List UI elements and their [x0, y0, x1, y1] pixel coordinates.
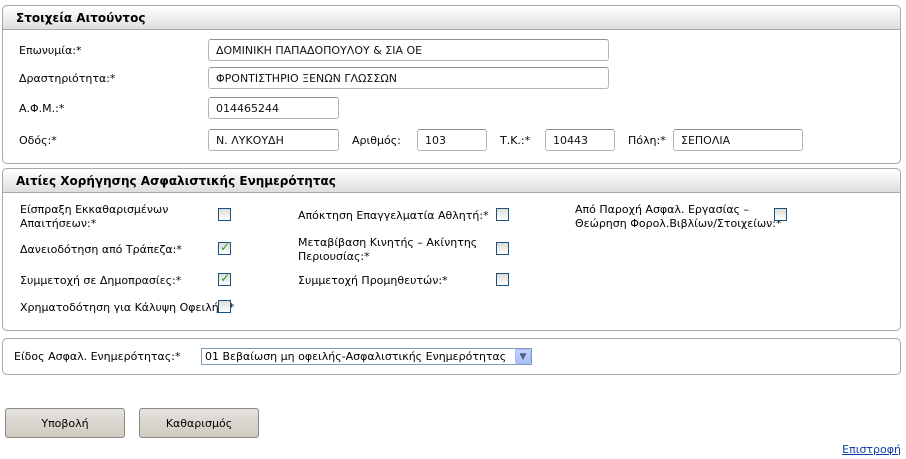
afm-field[interactable]: [208, 97, 339, 119]
activity-label: Δραστηριότητα:*: [19, 72, 116, 85]
reason-label-claims: Είσπραξη Εκκαθαρισμένων Απαιτήσεων:*: [20, 203, 168, 231]
reason-label-bank-loan: Δανειοδότηση από Τράπεζα:*: [20, 243, 182, 256]
name-field[interactable]: [208, 39, 609, 61]
reason-label-auctions: Συμμετοχή σε Δημοπρασίες:*: [20, 274, 182, 287]
applicant-panel-title: Στοιχεία Αιτούντος: [3, 6, 900, 30]
street-label: Οδός:*: [19, 134, 57, 147]
reason-label-athlete: Απόκτηση Επαγγελματία Αθλητή:*: [298, 209, 489, 222]
reason-label-suppliers: Συμμετοχή Προμηθευτών:*: [298, 274, 448, 287]
reason-label-property-transfer: Μεταβίβαση Κινητής – Ακίνητης Περιουσίας…: [298, 236, 477, 264]
reason-label-claims-line2: Απαιτήσεων:*: [20, 217, 97, 230]
checkmark-icon: ✓: [220, 271, 231, 285]
number-label: Αριθμός:: [352, 134, 401, 147]
reason-checkbox-suppliers[interactable]: [496, 273, 509, 286]
reason-checkbox-property-transfer[interactable]: [496, 242, 509, 255]
reason-label-debt-funding: Χρηματοδότηση για Κάλυψη Οφειλής:*: [20, 301, 235, 314]
back-link[interactable]: Επιστροφή: [842, 443, 901, 456]
reason-label-tax-books-line1: Από Παροχή Ασφαλ. Εργασίας –: [575, 203, 750, 216]
reason-label-tax-books: Από Παροχή Ασφαλ. Εργασίας – Θεώρηση Φορ…: [575, 203, 782, 231]
clear-button[interactable]: Καθαρισμός: [139, 408, 259, 438]
reason-label-property-transfer-line1: Μεταβίβαση Κινητής – Ακίνητης: [298, 236, 478, 249]
city-label: Πόλη:*: [628, 134, 666, 147]
city-field[interactable]: [673, 129, 803, 151]
number-field[interactable]: [417, 129, 487, 151]
reason-checkbox-athlete[interactable]: [496, 208, 509, 221]
reason-checkbox-tax-books[interactable]: [774, 208, 787, 221]
reason-label-property-transfer-line2: Περιουσίας:*: [298, 250, 370, 263]
reason-checkbox-bank-loan[interactable]: ✓: [218, 240, 231, 255]
certificate-type-select[interactable]: 01 Βεβαίωση μη οφειλής-Ασφαλιστικής Ενημ…: [201, 348, 532, 365]
checkmark-icon: ✓: [220, 240, 231, 254]
reason-label-claims-line1: Είσπραξη Εκκαθαρισμένων: [20, 203, 169, 216]
reason-checkbox-debt-funding[interactable]: [218, 300, 231, 313]
name-label: Επωνυμία:*: [19, 44, 82, 57]
street-field[interactable]: [208, 129, 339, 151]
zip-field[interactable]: [545, 129, 615, 151]
afm-label: Α.Φ.Μ.:*: [19, 102, 65, 115]
reason-checkbox-claims[interactable]: [218, 208, 231, 221]
zip-label: Τ.Κ.:*: [500, 134, 531, 147]
submit-button[interactable]: Υποβολή: [5, 408, 125, 438]
reason-label-tax-books-line2: Θεώρηση Φορολ.Βιβλίων/Στοιχείων:*: [575, 217, 782, 230]
certificate-type-value: 01 Βεβαίωση μη οφειλής-Ασφαλιστικής Ενημ…: [205, 350, 507, 363]
activity-field[interactable]: [208, 67, 609, 89]
reason-checkbox-auctions[interactable]: ✓: [218, 271, 231, 286]
certificate-type-label: Είδος Ασφαλ. Ενημερότητας:*: [14, 350, 181, 363]
chevron-down-icon[interactable]: ▼: [515, 349, 531, 364]
reasons-panel-title: Αιτίες Χορήγησης Ασφαλιστικής Ενημερότητ…: [3, 169, 900, 193]
